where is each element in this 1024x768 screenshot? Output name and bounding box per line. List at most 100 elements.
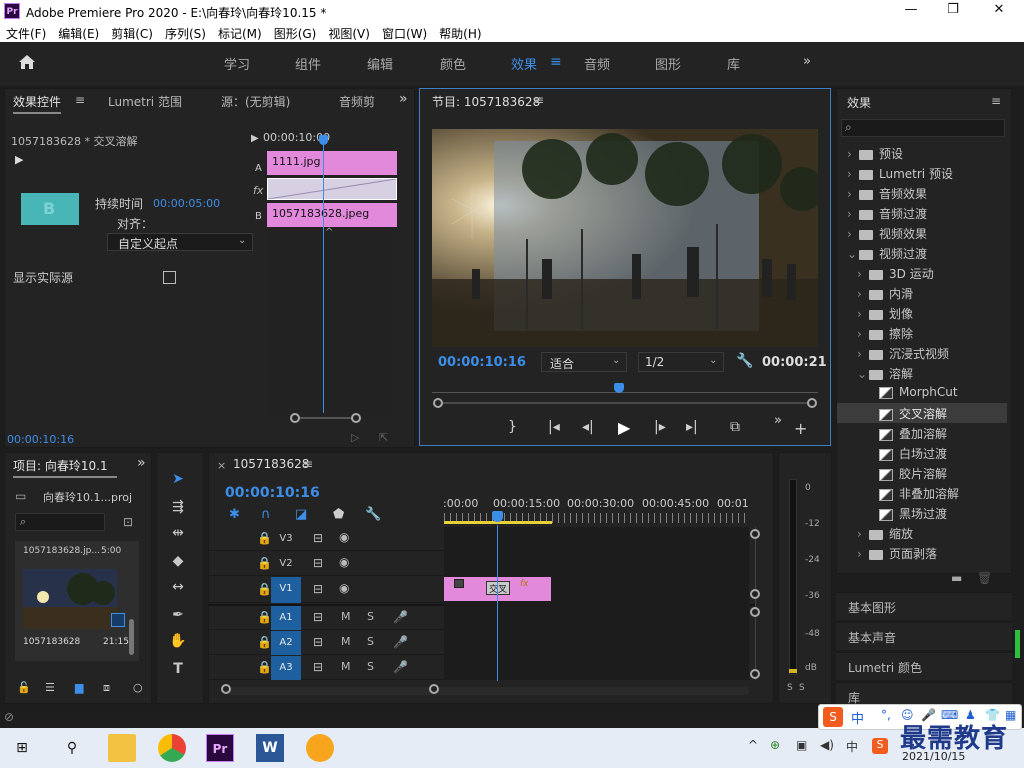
panel-menu-icon[interactable]: ≡: [991, 94, 1001, 108]
solo-button[interactable]: S: [367, 660, 374, 673]
clip-b[interactable]: 1057183628.jpeg: [267, 203, 397, 227]
hscroll-handle-right[interactable]: [429, 684, 439, 694]
program-ruler[interactable]: [432, 385, 818, 393]
chevron-right-icon[interactable]: ›: [857, 267, 869, 281]
project-media-item[interactable]: 1057183628.jp... 5:00 1057183628 21:15: [15, 541, 139, 661]
type-tool-icon[interactable]: T: [164, 657, 192, 681]
solo-button[interactable]: S: [367, 635, 374, 648]
effects-tree-item[interactable]: › 内滑: [837, 283, 1007, 303]
chevron-right-icon[interactable]: ›: [847, 187, 859, 201]
ime-indicator[interactable]: 中: [846, 738, 858, 755]
panel-menu-icon[interactable]: ≡: [534, 93, 544, 107]
sync-lock-icon[interactable]: ⊟: [313, 660, 323, 674]
sync-lock-icon[interactable]: ⊟: [313, 635, 323, 649]
tab-effect-controls[interactable]: 效果控件: [13, 93, 62, 114]
chevron-right-icon[interactable]: ›: [857, 327, 869, 341]
chevron-right-icon[interactable]: ›: [857, 547, 869, 561]
play-transition-icon[interactable]: ▶: [15, 153, 23, 166]
alignment-dropdown[interactable]: 自定义起点 ⌄: [107, 233, 253, 251]
eye-icon[interactable]: ◉: [339, 555, 349, 569]
workspace-color[interactable]: 颜色: [440, 54, 466, 73]
hand-tool-icon[interactable]: ✋: [164, 629, 192, 653]
track-target-v1[interactable]: V1: [271, 577, 301, 603]
effect-zoom-bar[interactable]: [293, 417, 357, 419]
nest-icon[interactable]: ✱: [229, 507, 240, 522]
razor-tool-icon[interactable]: ◆: [164, 549, 192, 573]
chevron-down-icon[interactable]: ⌄: [847, 247, 859, 261]
minimize-button[interactable]: —: [896, 2, 926, 20]
close-button[interactable]: ✕: [984, 2, 1014, 20]
program-video-frame[interactable]: [432, 129, 818, 347]
effects-tree-item[interactable]: ⌄ 溶解: [837, 363, 1007, 383]
chevron-right-icon[interactable]: ›: [847, 207, 859, 221]
hscroll-handle-left[interactable]: [221, 684, 231, 694]
track-lock-icon[interactable]: 🔒: [257, 531, 272, 545]
mark-out-icon[interactable]: }: [508, 419, 517, 435]
effects-tree-item[interactable]: › 擦除: [837, 323, 1007, 343]
track-select-tool-icon[interactable]: ⇶: [164, 495, 192, 519]
menu-sequence[interactable]: 序列(S): [159, 22, 212, 42]
track-lock-icon[interactable]: 🔒: [257, 582, 272, 596]
menu-file[interactable]: 文件(F): [0, 22, 52, 42]
right-scrollbar-thumb[interactable]: [1015, 630, 1020, 658]
settings-wrench-icon[interactable]: 🔧: [736, 353, 753, 369]
effects-tree-item[interactable]: › 预设: [837, 143, 1007, 163]
lock-icon[interactable]: 🔓: [17, 681, 31, 694]
effects-tree-item[interactable]: › 视频效果: [837, 223, 1007, 243]
menu-window[interactable]: 窗口(W): [376, 22, 433, 42]
sogou-icon[interactable]: S: [872, 738, 888, 754]
effects-tree-item[interactable]: 黑场过渡: [837, 503, 1007, 523]
zoom-slider-handle[interactable]: ○: [133, 681, 143, 694]
app-icon[interactable]: [306, 734, 334, 762]
icon-view-icon[interactable]: ▆: [75, 681, 83, 694]
track-target-a2[interactable]: A2: [271, 631, 301, 655]
menu-help[interactable]: 帮助(H): [433, 22, 487, 42]
effects-tree-item[interactable]: › 划像: [837, 303, 1007, 323]
new-bin-icon[interactable]: ⊡: [123, 515, 133, 529]
sync-lock-icon[interactable]: ⊟: [313, 531, 323, 545]
ime-punct-icon[interactable]: °,: [881, 708, 891, 722]
timeline-sequence-tab[interactable]: 1057183628: [233, 457, 309, 471]
zoom-handle-right[interactable]: [351, 413, 361, 423]
panel-menu-icon[interactable]: ≡: [75, 93, 85, 107]
effects-tree-item[interactable]: › 缩放: [837, 523, 1007, 543]
sync-lock-icon[interactable]: ⊟: [313, 610, 323, 624]
expand-arrow-icon[interactable]: ▶: [251, 133, 259, 144]
track-target-a1[interactable]: A1: [271, 606, 301, 630]
step-back-icon[interactable]: ◂|: [582, 419, 594, 435]
project-search-input[interactable]: ⌕: [15, 513, 105, 531]
play-button[interactable]: ▶: [618, 418, 630, 437]
menu-graphics[interactable]: 图形(G): [268, 22, 323, 42]
effects-tree-item[interactable]: › 音频效果: [837, 183, 1007, 203]
track-lock-icon[interactable]: 🔒: [257, 660, 272, 674]
tab-audio-mixer[interactable]: 音频剪: [339, 93, 375, 110]
program-zoom-handle-left[interactable]: [433, 398, 443, 408]
snap-magnet-icon[interactable]: ∩: [261, 507, 271, 522]
network-icon[interactable]: ▣: [796, 738, 807, 752]
step-forward-icon[interactable]: |▸: [654, 419, 666, 435]
tab-source[interactable]: 源：(无剪辑): [221, 93, 290, 110]
effects-tree-item[interactable]: › Lumetri 预设: [837, 163, 1007, 183]
chevron-right-icon[interactable]: ›: [847, 227, 859, 241]
home-icon[interactable]: [18, 54, 38, 72]
timeline-timecode[interactable]: 00:00:10:16: [225, 485, 320, 501]
effect-current-time[interactable]: 00:00:10:16: [7, 433, 74, 446]
voiceover-mic-icon[interactable]: 🎤: [393, 610, 408, 624]
export-icon[interactable]: ⇱: [379, 431, 388, 444]
chevron-right-icon[interactable]: ›: [847, 167, 859, 181]
chrome-icon[interactable]: [158, 734, 186, 762]
chevron-right-icon[interactable]: ›: [857, 347, 869, 361]
workspace-audio[interactable]: 音频: [584, 54, 610, 73]
effects-tree-item[interactable]: › 3D 运动: [837, 263, 1007, 283]
effects-tree-item[interactable]: 叠加溶解: [837, 423, 1007, 443]
zoom-fit-dropdown[interactable]: 适合 ⌄: [541, 352, 627, 372]
workspace-learn[interactable]: 学习: [224, 54, 250, 73]
effects-tree-item[interactable]: › 音频过渡: [837, 203, 1007, 223]
workspace-graphics[interactable]: 图形: [655, 54, 681, 73]
effects-tree-item[interactable]: MorphCut: [837, 383, 1007, 403]
vertical-scrollbar[interactable]: [755, 527, 756, 680]
windows-start-icon[interactable]: ⊞: [8, 734, 36, 762]
solo-button[interactable]: S: [367, 610, 374, 623]
workspace-menu-icon[interactable]: ≡: [550, 54, 562, 70]
menu-edit[interactable]: 编辑(E): [52, 22, 105, 42]
